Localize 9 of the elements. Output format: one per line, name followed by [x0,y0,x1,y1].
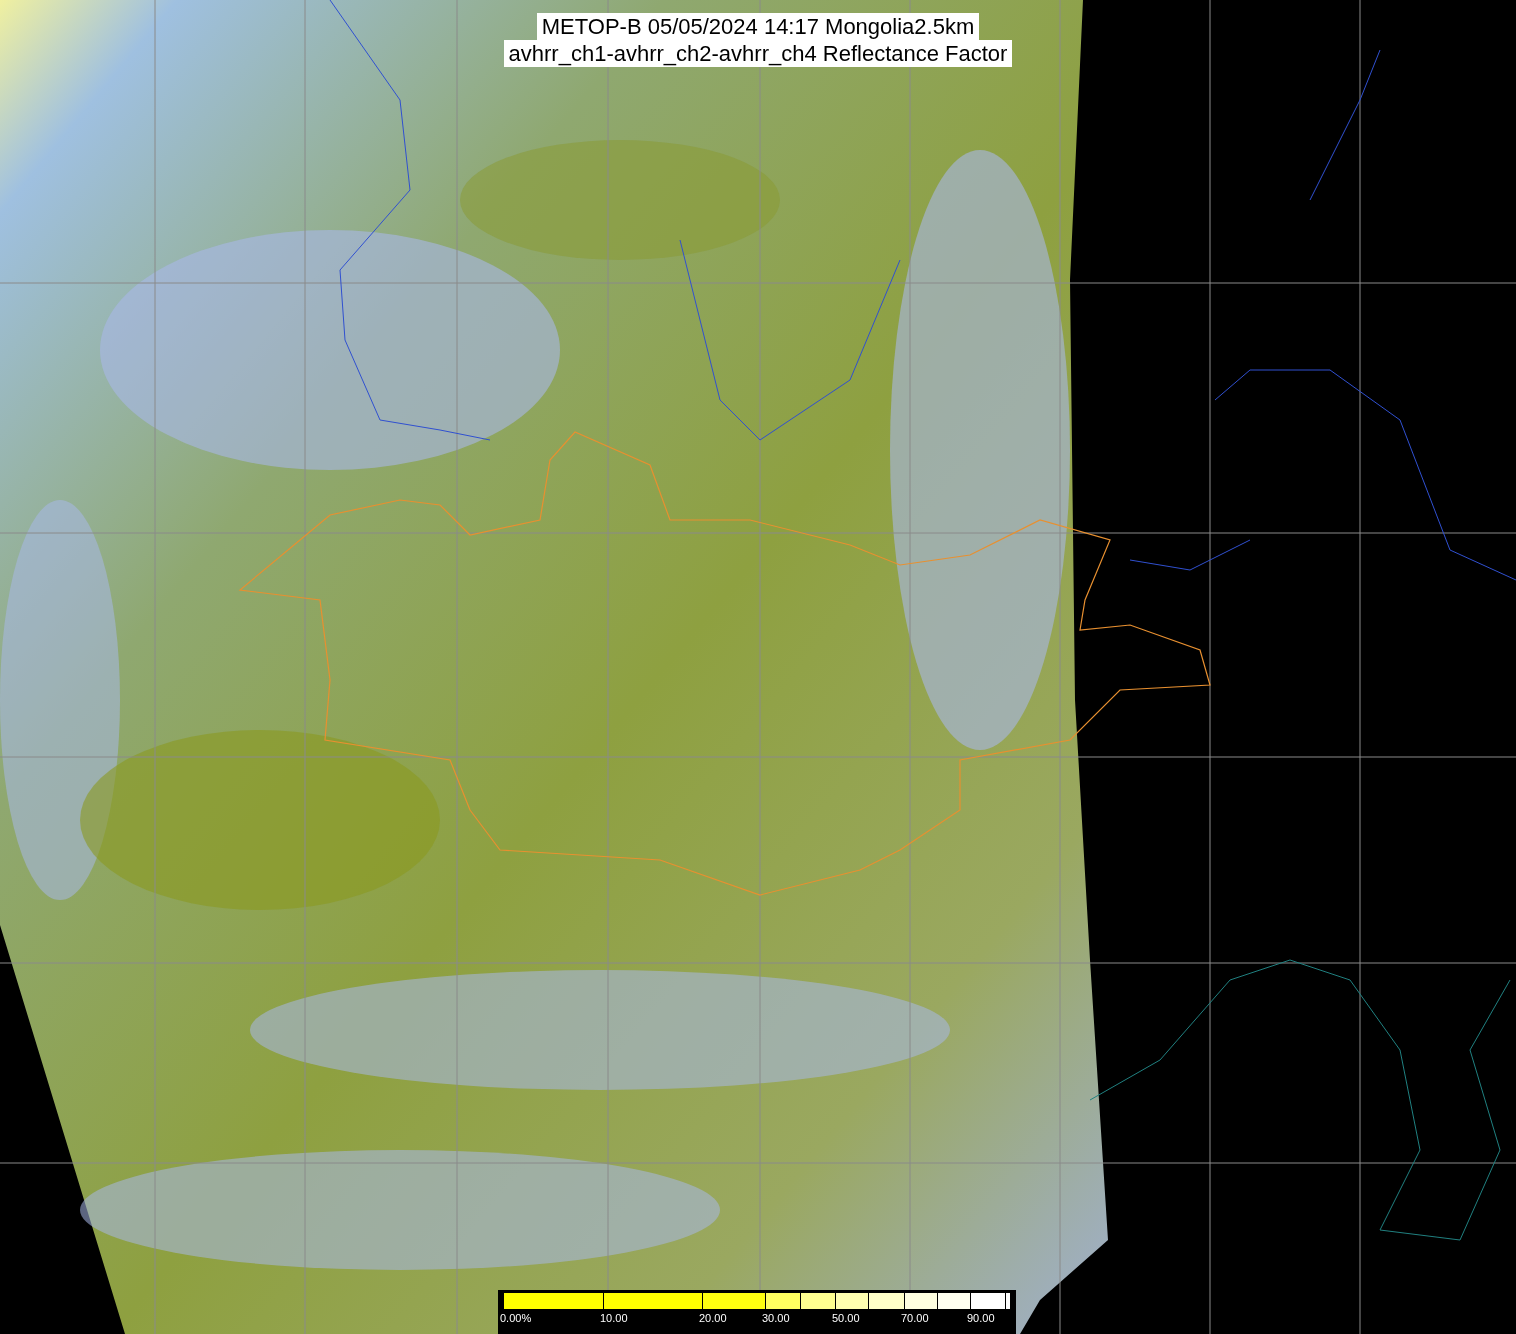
colorbar-label: 50.00 [832,1312,860,1324]
colorbar-label: 30.00 [762,1312,790,1324]
colorbar-label: 20.00 [699,1312,727,1324]
colorbar-label: 0.00% [500,1312,532,1324]
map-title: avhrr_ch1-avhrr_ch2-avhrr_ch4 Reflectance Factor [503,40,1013,67]
map-title: METOP-B 05/05/2024 14:17 Mongolia2.5km [536,13,980,40]
colorbar-label: 70.00 [901,1312,929,1324]
colorbar-label: 10.00 [600,1312,628,1324]
colorbar-label: 90.00 [967,1312,995,1324]
